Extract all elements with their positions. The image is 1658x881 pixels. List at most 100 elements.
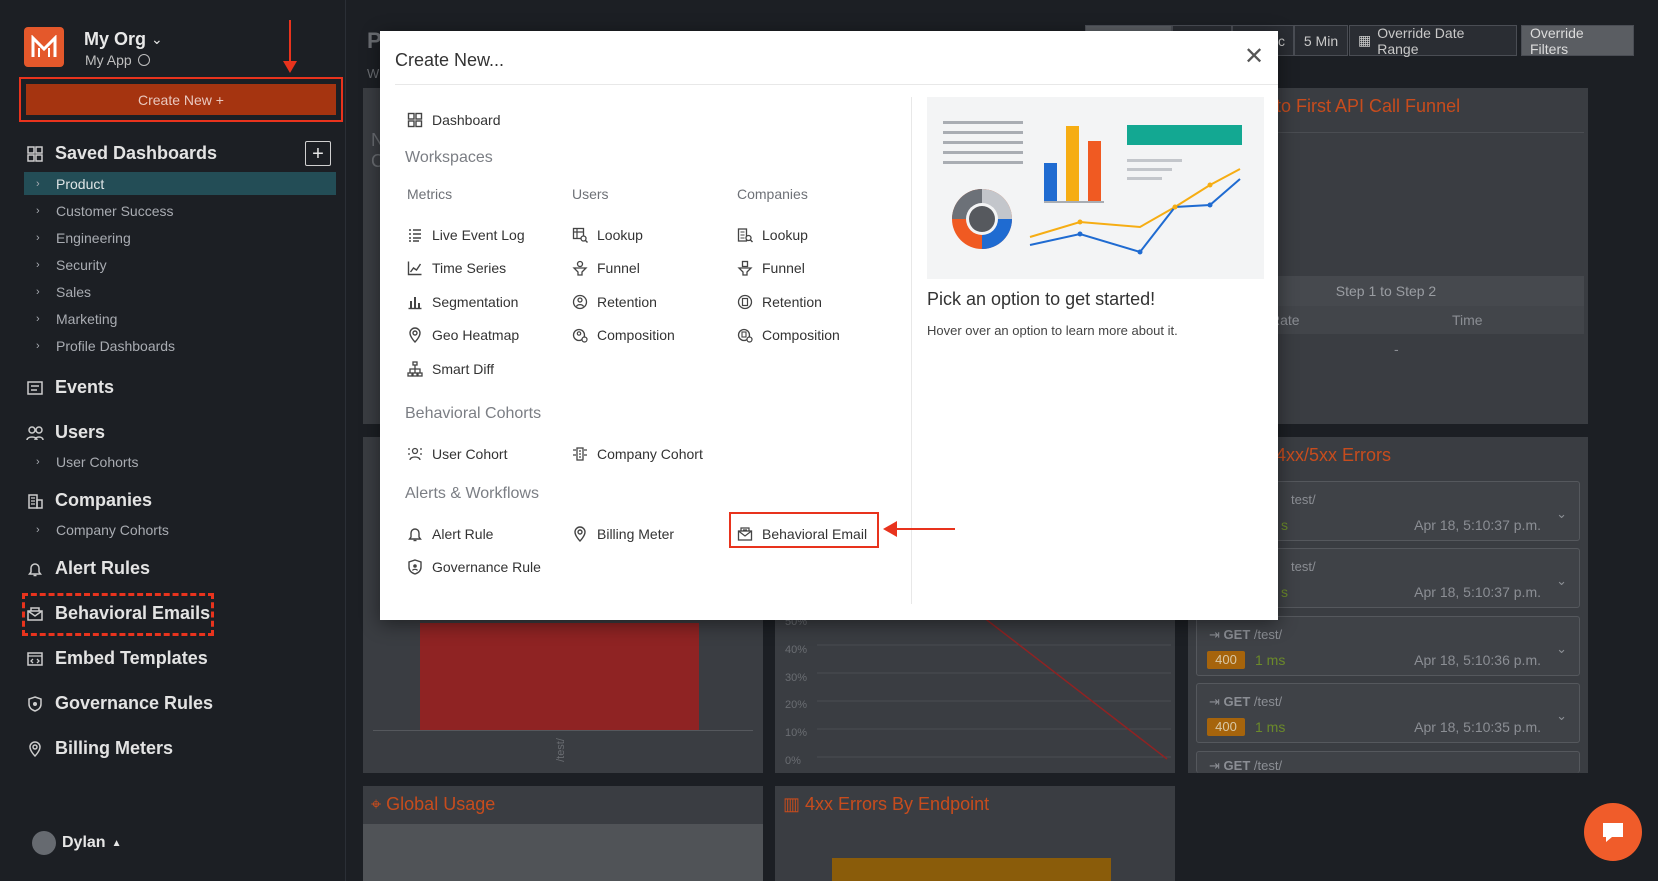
sidebar-item-governance-rules[interactable]: Governance Rules bbox=[24, 693, 213, 714]
sidebar-item-label: User Cohorts bbox=[56, 453, 139, 470]
sidebar-item-companies[interactable]: Companies bbox=[24, 490, 152, 511]
error-row[interactable]: ⇥ GET /test/ 400 1 ms Apr 18, 5:10:35 p.… bbox=[1196, 683, 1580, 743]
option-time-series[interactable]: Time Series bbox=[407, 258, 506, 278]
sidebar-item-users[interactable]: Users bbox=[24, 422, 105, 443]
option-alert-rule[interactable]: Alert Rule bbox=[407, 524, 493, 544]
sidebar-item-behavioral-emails[interactable]: Behavioral Emails bbox=[24, 603, 210, 624]
moesif-logo-icon[interactable] bbox=[24, 27, 64, 67]
chat-button[interactable] bbox=[1584, 803, 1642, 861]
sidebar-item-embed-templates[interactable]: Embed Templates bbox=[24, 648, 208, 669]
dashboard-grid-icon bbox=[407, 112, 423, 128]
metrics-heading: Metrics bbox=[407, 186, 453, 202]
close-button[interactable]: ✕ bbox=[1242, 45, 1266, 69]
app-selector[interactable]: My App bbox=[85, 52, 150, 68]
time-label: Time bbox=[1452, 312, 1483, 328]
error-timestamp: Apr 18, 5:10:36 p.m. bbox=[1414, 652, 1541, 668]
option-label: Billing Meter bbox=[597, 526, 675, 542]
sidebar-item-security[interactable]: › Security bbox=[24, 253, 336, 276]
error-duration: 1 ms bbox=[1255, 652, 1286, 668]
users-heading: Users bbox=[572, 186, 609, 202]
error-row[interactable]: ⇥ GET /test/ bbox=[1196, 751, 1580, 773]
option-label: Composition bbox=[597, 327, 675, 343]
events-label: Events bbox=[55, 377, 115, 397]
chevron-down-icon[interactable]: ⌄ bbox=[1556, 641, 1567, 657]
pick-option-description: Hover over an option to learn more about… bbox=[927, 323, 1178, 338]
option-behavioral-email[interactable]: Behavioral Email bbox=[737, 524, 867, 544]
sidebar-item-engineering[interactable]: › Engineering bbox=[24, 226, 336, 249]
sidebar-item-label: Company Cohorts bbox=[56, 521, 169, 538]
map-pin-icon bbox=[24, 740, 46, 758]
errors-by-endpoint-panel: ▥ 4xx Errors By Endpoint bbox=[775, 786, 1175, 881]
five-min-button[interactable]: 5 Min bbox=[1294, 25, 1348, 56]
option-company-funnel[interactable]: Funnel bbox=[737, 258, 805, 278]
dashboard-grid-icon bbox=[24, 145, 46, 163]
option-user-lookup[interactable]: Lookup bbox=[572, 225, 643, 245]
chevron-right-icon: › bbox=[36, 177, 40, 190]
building-icon bbox=[24, 492, 46, 510]
errors-by-endpoint-label: 4xx Errors By Endpoint bbox=[805, 794, 990, 814]
option-user-composition[interactable]: Composition bbox=[572, 325, 675, 345]
create-new-highlight: Create New + bbox=[19, 77, 343, 122]
retention-icon bbox=[737, 294, 753, 310]
option-label: Retention bbox=[597, 294, 657, 310]
time-value: - bbox=[1394, 341, 1399, 357]
option-smart-diff[interactable]: Smart Diff bbox=[407, 359, 494, 379]
bar bbox=[832, 858, 1111, 881]
error-duration: s bbox=[1281, 517, 1288, 533]
chevron-right-icon: › bbox=[36, 523, 40, 536]
option-dashboard[interactable]: Dashboard bbox=[407, 110, 501, 130]
option-label: Funnel bbox=[762, 260, 805, 276]
chevron-down-icon[interactable]: ⌄ bbox=[1556, 708, 1567, 724]
add-dashboard-button[interactable]: + bbox=[305, 141, 331, 166]
error-path: test/ bbox=[1291, 492, 1316, 507]
sidebar-item-alert-rules[interactable]: Alert Rules bbox=[24, 558, 150, 579]
user-menu[interactable]: Dylan ▲ bbox=[32, 831, 121, 855]
modal-title: Create New... bbox=[395, 50, 505, 70]
override-date-button[interactable]: ▦ Override Date Range bbox=[1349, 25, 1517, 57]
sidebar-item-label: Security bbox=[56, 256, 107, 273]
option-geo-heatmap[interactable]: Geo Heatmap bbox=[407, 325, 519, 345]
option-segmentation[interactable]: Segmentation bbox=[407, 292, 518, 312]
events-icon bbox=[24, 379, 46, 397]
sidebar-item-profile-dashboards[interactable]: › Profile Dashboards bbox=[24, 334, 336, 357]
option-company-lookup[interactable]: Lookup bbox=[737, 225, 808, 245]
sidebar-item-billing-meters[interactable]: Billing Meters bbox=[24, 738, 173, 759]
option-user-retention[interactable]: Retention bbox=[572, 292, 657, 312]
error-path: ⇥ GET /test/ bbox=[1209, 758, 1282, 774]
org-name[interactable]: My Org bbox=[84, 29, 146, 50]
chevron-down-icon[interactable]: ⌄ bbox=[1556, 573, 1567, 589]
sidebar-item-product[interactable]: › Product bbox=[24, 172, 336, 195]
sidebar-item-company-cohorts[interactable]: › Company Cohorts bbox=[24, 518, 336, 541]
funnel-icon bbox=[737, 260, 753, 276]
composition-icon bbox=[572, 328, 588, 343]
option-user-funnel[interactable]: Funnel bbox=[572, 258, 640, 278]
sidebar-item-sales[interactable]: › Sales bbox=[24, 280, 336, 303]
retention-icon bbox=[572, 294, 588, 310]
option-company-retention[interactable]: Retention bbox=[737, 292, 822, 312]
option-billing-meter[interactable]: Billing Meter bbox=[572, 524, 674, 544]
option-live-event-log[interactable]: Live Event Log bbox=[407, 225, 525, 245]
saved-dashboards-header[interactable]: Saved Dashboards bbox=[24, 143, 217, 164]
option-label: Governance Rule bbox=[432, 559, 541, 575]
behavioral-cohorts-heading: Behavioral Cohorts bbox=[405, 405, 542, 422]
error-row[interactable]: ⇥ GET /test/ 400 1 ms Apr 18, 5:10:36 p.… bbox=[1196, 616, 1580, 676]
option-company-cohort[interactable]: Company Cohort bbox=[572, 444, 703, 464]
create-new-button[interactable]: Create New + bbox=[26, 84, 336, 115]
login-icon: ⇥ bbox=[1209, 627, 1220, 642]
sidebar-item-user-cohorts[interactable]: › User Cohorts bbox=[24, 450, 336, 473]
chevron-down-icon[interactable]: ⌄ bbox=[151, 31, 163, 48]
option-user-cohort[interactable]: User Cohort bbox=[407, 444, 507, 464]
option-company-composition[interactable]: Composition bbox=[737, 325, 840, 345]
chevron-down-icon[interactable]: ⌄ bbox=[1556, 506, 1567, 522]
create-new-modal: Create New... ✕ Dashboard Workspaces Met… bbox=[380, 31, 1278, 620]
line-chart-icon bbox=[407, 261, 422, 276]
override-filters-button[interactable]: Override Filters bbox=[1521, 25, 1634, 57]
sidebar-item-customer-success[interactable]: › Customer Success bbox=[24, 199, 336, 222]
companies-heading: Companies bbox=[737, 186, 808, 202]
map-pin-icon: ⌖ bbox=[371, 794, 382, 814]
sidebar-item-events[interactable]: Events bbox=[24, 377, 114, 398]
option-governance-rule[interactable]: Governance Rule bbox=[407, 557, 541, 577]
sidebar-item-marketing[interactable]: › Marketing bbox=[24, 307, 336, 330]
option-label: Lookup bbox=[597, 227, 643, 243]
range-label: c bbox=[1278, 32, 1285, 49]
